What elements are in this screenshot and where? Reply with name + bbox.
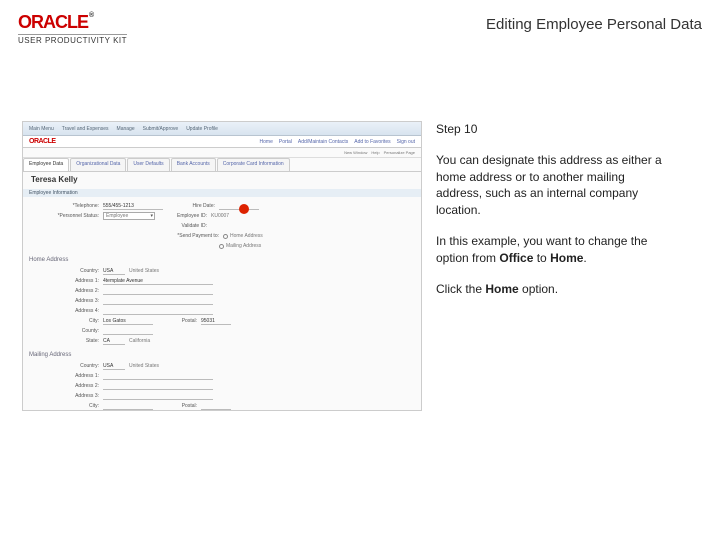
tab-row: Employee Data Organizational Data User D… <box>23 158 421 172</box>
emp-info-form: *Telephone: 555/455-1213 Hire Date: *Per… <box>23 199 421 253</box>
page-title: Editing Employee Personal Data <box>486 16 702 33</box>
tab-corp-card[interactable]: Corporate Card Information <box>217 158 290 171</box>
instruction-p1: You can designate this address as either… <box>436 152 664 219</box>
app-header-bar: ORACLE Home Portal Add/Maintain Contacts… <box>23 136 421 148</box>
app-screenshot: Main Menu Travel and Expenses Manage Sub… <box>22 121 422 411</box>
app-subbar: New Window Help Personalize Page <box>23 148 421 158</box>
input-city[interactable]: Los Gatos <box>103 318 153 325</box>
app-nav: Home Portal Add/Maintain Contacts Add to… <box>260 139 415 145</box>
input-county[interactable] <box>103 328 153 335</box>
nav-contacts[interactable]: Add/Maintain Contacts <box>298 139 348 145</box>
step-label: Step 10 <box>436 121 664 138</box>
nav-portal[interactable]: Portal <box>279 139 292 145</box>
input-address1[interactable]: 4template Avenue <box>103 278 213 285</box>
oracle-logo-group: ORACLE® USER PRODUCTIVITY KIT <box>18 12 127 45</box>
radio-home[interactable]: Home Address <box>223 233 263 239</box>
label-telephone: *Telephone: <box>31 203 99 209</box>
radio-mailing[interactable]: Mailing Address <box>219 243 261 249</box>
content-area: Main Menu Travel and Expenses Manage Sub… <box>0 121 720 411</box>
input-address3[interactable] <box>103 298 213 305</box>
label-hire-date: Hire Date: <box>167 203 215 209</box>
select-status[interactable]: Employee <box>103 212 155 220</box>
section-mailing-addr: Mailing Address <box>29 352 421 358</box>
mailing-addr-form: Country:USAUnited States Address 1: Addr… <box>23 359 421 411</box>
tab-employee-data[interactable]: Employee Data <box>23 158 69 171</box>
app-logo: ORACLE <box>29 138 56 145</box>
employee-name: Teresa Kelly <box>23 172 421 187</box>
value-emp-id: KU0007 <box>211 213 229 219</box>
step-marker-icon <box>239 204 249 214</box>
instruction-p3: Click the Home option. <box>436 281 664 298</box>
input-telephone[interactable]: 555/455-1213 <box>103 203 163 210</box>
input-state[interactable]: CA <box>103 338 125 345</box>
input-maddress3[interactable] <box>103 393 213 400</box>
input-mcountry[interactable]: USA <box>103 363 125 370</box>
input-country[interactable]: USA <box>103 268 125 275</box>
input-address4[interactable] <box>103 308 213 315</box>
nav-home[interactable]: Home <box>260 139 273 145</box>
label-status: *Personnel Status: <box>31 213 99 219</box>
upk-subtitle: USER PRODUCTIVITY KIT <box>18 34 127 45</box>
input-postal[interactable]: 95031 <box>201 318 231 325</box>
input-mpostal[interactable] <box>201 403 231 410</box>
tab-user-defaults[interactable]: User Defaults <box>127 158 169 171</box>
oracle-logo: ORACLE® <box>18 12 127 33</box>
input-address2[interactable] <box>103 288 213 295</box>
home-addr-form: Country:USAUnited States Address 1:4temp… <box>23 264 421 348</box>
input-mcity[interactable] <box>103 403 153 410</box>
input-maddress2[interactable] <box>103 383 213 390</box>
tab-bank-accounts[interactable]: Bank Accounts <box>171 158 216 171</box>
instruction-p2: In this example, you want to change the … <box>436 233 664 267</box>
label-send-payment: *Send Payment to: <box>159 233 219 239</box>
tab-org-data[interactable]: Organizational Data <box>70 158 126 171</box>
section-emp-info: Employee Information <box>23 189 421 197</box>
label-emp-id: Employee ID: <box>159 213 207 219</box>
label-validate-id: Validate ID: <box>159 223 207 229</box>
section-home-addr: Home Address <box>29 257 421 263</box>
instruction-panel: Step 10 You can designate this address a… <box>422 121 682 411</box>
nav-signout[interactable]: Sign out <box>397 139 415 145</box>
input-maddress1[interactable] <box>103 373 213 380</box>
breadcrumb: Main Menu Travel and Expenses Manage Sub… <box>23 122 421 136</box>
nav-favorites[interactable]: Add to Favorites <box>354 139 390 145</box>
page-header: ORACLE® USER PRODUCTIVITY KIT Editing Em… <box>0 0 720 51</box>
